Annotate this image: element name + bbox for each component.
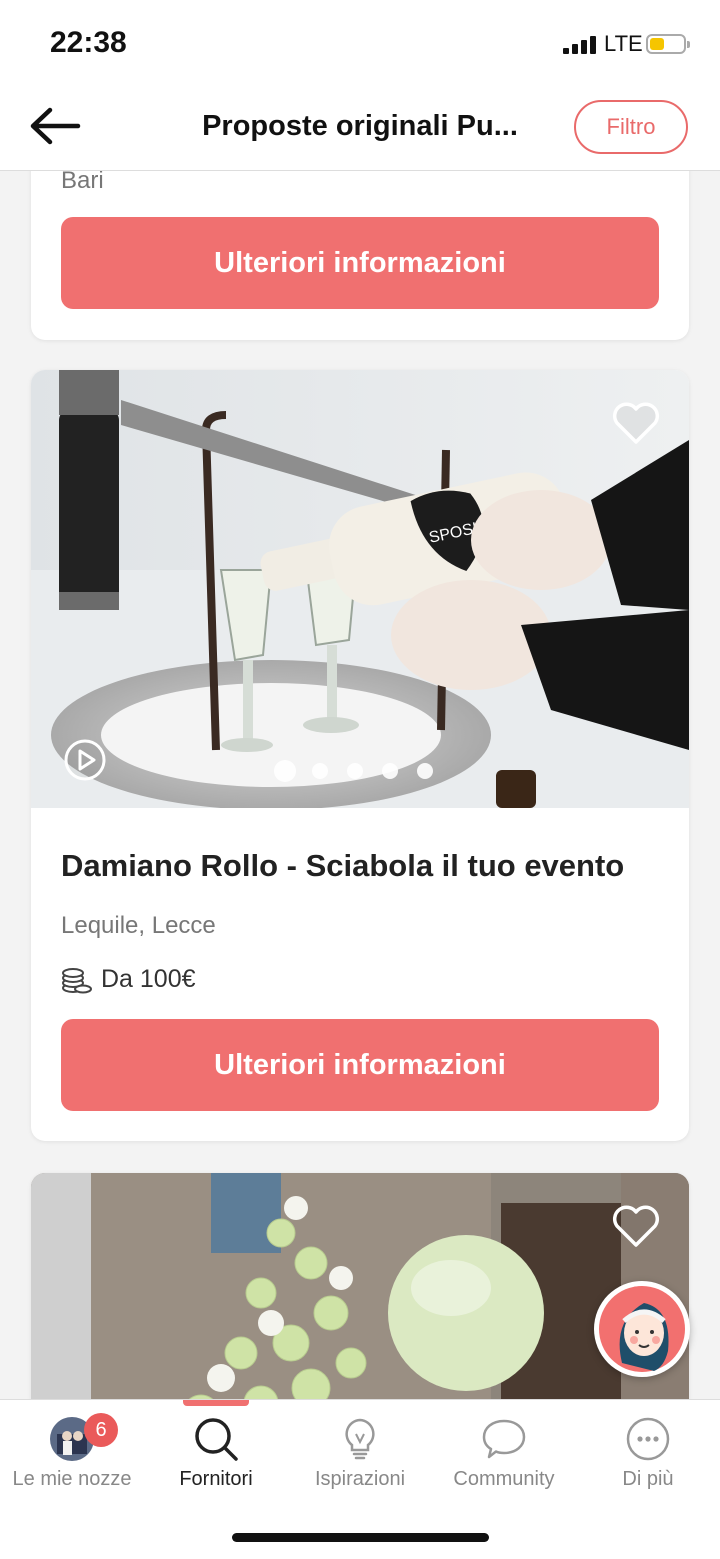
champagne-sabrage-photo: SPOSI [31, 370, 689, 808]
vendor-list[interactable]: Bari Ulteriori informazioni SPOSI Damian… [0, 171, 720, 1399]
filter-button[interactable]: Filtro [574, 100, 688, 154]
play-video-icon[interactable] [63, 738, 107, 782]
balloons-wedding-photo [31, 1173, 689, 1399]
lightbulb-icon [345, 1418, 375, 1460]
more-info-button[interactable]: Ulteriori informazioni [61, 217, 659, 309]
vendor-title[interactable]: Damiano Rollo - Sciabola il tuo evento [61, 848, 624, 884]
tab-ispirazioni[interactable]: Ispirazioni [288, 1400, 432, 1510]
carousel-dot[interactable] [312, 763, 328, 779]
vendor-price: Da 100€ [61, 965, 196, 994]
favorite-heart-icon[interactable] [611, 400, 661, 446]
tab-di-piu[interactable]: Di più [576, 1400, 720, 1510]
vendor-location: Lequile, Lecce [61, 912, 216, 939]
assistant-avatar-button[interactable] [594, 1281, 690, 1377]
carousel-dot[interactable] [417, 763, 433, 779]
tab-community[interactable]: Community [432, 1400, 576, 1510]
tab-label: Community [453, 1468, 555, 1490]
vendor-location: Bari [61, 171, 104, 194]
favorite-heart-icon[interactable] [611, 1203, 661, 1249]
assistant-avatar-icon [599, 1286, 685, 1372]
page-title: Proposte originali Pu... [202, 110, 518, 142]
arrow-left-icon [30, 107, 81, 145]
status-time: 22:38 [50, 26, 127, 59]
tab-fornitori[interactable]: Fornitori [144, 1400, 288, 1510]
app-header: Proposte originali Pu... Filtro [0, 90, 720, 171]
more-info-button[interactable]: Ulteriori informazioni [61, 1019, 659, 1111]
tab-label: Le mie nozze [12, 1468, 132, 1490]
vendor-photo[interactable]: SPOSI [31, 370, 689, 808]
status-bar: 22:38 LTE [0, 0, 720, 90]
carousel-dot[interactable] [274, 760, 296, 782]
vendor-photo[interactable] [31, 1173, 689, 1399]
carousel-indicator [274, 760, 452, 784]
tab-label: Di più [622, 1468, 674, 1490]
carousel-dot[interactable] [347, 763, 363, 779]
tab-label: Fornitori [179, 1468, 253, 1490]
vendor-card [31, 1173, 689, 1399]
vendor-card: SPOSI Damiano Rollo - Sciabola il tuo ev… [31, 370, 689, 1141]
search-icon [195, 1418, 238, 1461]
chat-bubble-icon [482, 1419, 526, 1459]
network-label: LTE [604, 31, 643, 56]
more-icon [626, 1417, 670, 1461]
price-label: Da 100€ [101, 965, 196, 993]
notification-badge: 6 [84, 1413, 118, 1447]
carousel-dot[interactable] [382, 763, 398, 779]
back-button[interactable] [26, 104, 82, 148]
coins-icon [62, 968, 92, 994]
tab-le-mie-nozze[interactable]: 6 Le mie nozze [0, 1400, 144, 1510]
home-indicator [232, 1533, 489, 1542]
vendor-card: Bari Ulteriori informazioni [31, 171, 689, 340]
tab-label: Ispirazioni [314, 1468, 406, 1490]
signal-icon [563, 36, 601, 54]
battery-icon [646, 34, 690, 54]
